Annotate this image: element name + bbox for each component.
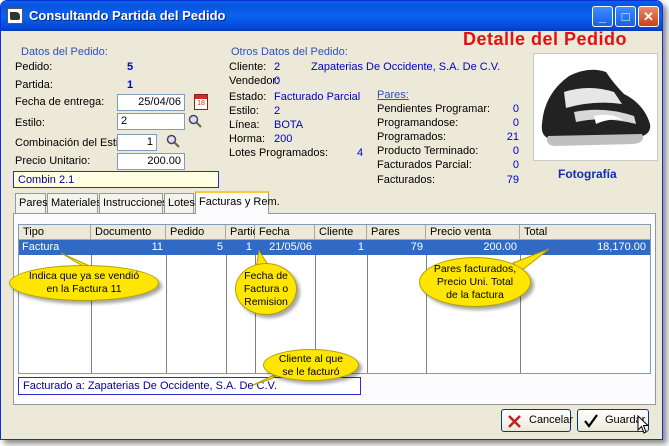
main-window: Consultando Partida del Pedido _ □ ✕ Det… <box>0 0 663 440</box>
callout-cliente: Cliente al que se le facturó <box>263 349 359 381</box>
callout-fecha: Fecha de Factura o Remision <box>235 263 297 315</box>
checkmark-icon <box>584 414 598 428</box>
callout-pares: Pares facturados, Precio Uni. Total de la … <box>419 257 531 307</box>
mouse-cursor-icon <box>637 415 650 434</box>
callout-factura: Indica que ya se vendió en la Factura 11 <box>9 265 159 301</box>
cancel-x-icon <box>508 415 521 428</box>
cancel-button-label: Cancelar <box>529 414 574 426</box>
tab-facturas[interactable]: Facturas y Rem. <box>195 191 280 214</box>
cancel-button[interactable]: Cancelar <box>501 409 574 432</box>
